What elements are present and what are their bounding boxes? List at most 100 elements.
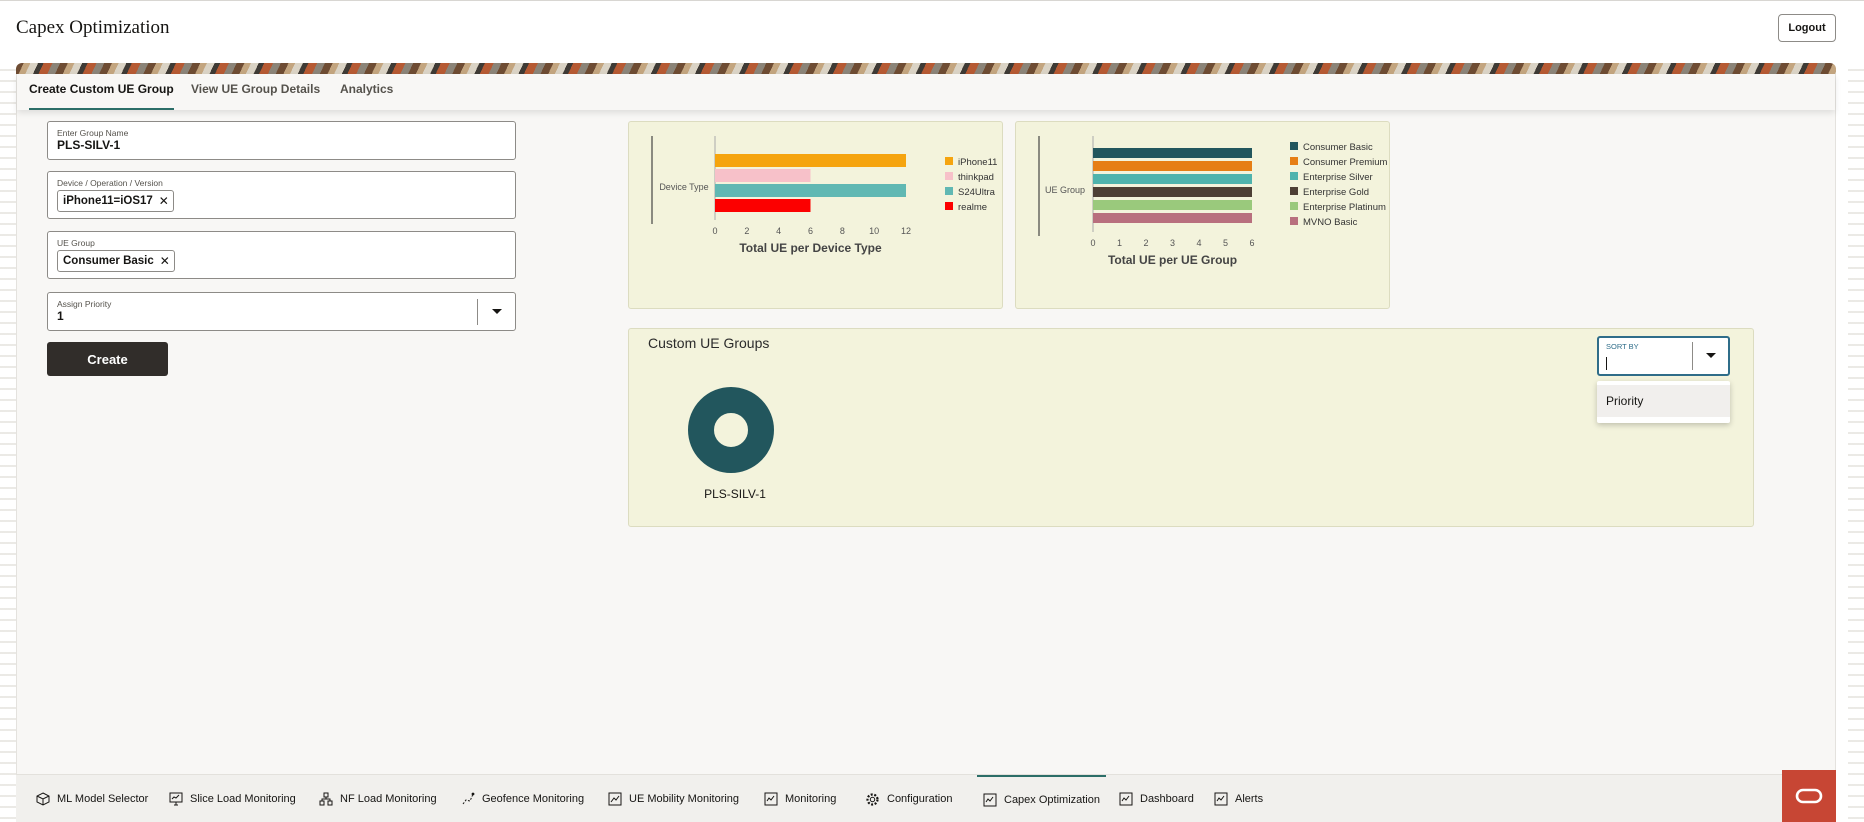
oracle-assistant-button[interactable] (1782, 770, 1836, 822)
chart-board-icon (764, 792, 778, 806)
tab-create-custom-ue-group[interactable]: Create Custom UE Group (29, 82, 174, 110)
legend-label: Consumer Basic (1303, 142, 1373, 153)
nav-label: NF Load Monitoring (340, 793, 437, 805)
y-axis-bar (651, 136, 653, 224)
tab-bar: Create Custom UE Group View UE Group Det… (17, 74, 1835, 110)
chevron-down-icon[interactable] (1706, 353, 1716, 358)
nav-geofence-monitoring[interactable]: Geofence Monitoring (461, 775, 584, 822)
x-tick-label: 12 (901, 226, 911, 236)
nav-nf-load-monitoring[interactable]: NF Load Monitoring (319, 775, 437, 822)
nav-alerts[interactable]: Alerts (1214, 775, 1263, 822)
main-card: Create Custom UE Group View UE Group Det… (16, 74, 1836, 822)
legend-label: Enterprise Gold (1303, 187, 1369, 198)
device-field[interactable]: Device / Operation / Version iPhone11=iO… (47, 171, 516, 219)
left-decoration (0, 60, 16, 822)
ue-group-chip-label: Consumer Basic (63, 255, 154, 267)
bar-iphone11 (715, 154, 906, 167)
chart-title: Total UE per UE Group (1108, 253, 1237, 267)
nav-slice-load-monitoring[interactable]: Slice Load Monitoring (169, 775, 296, 822)
chart-title: Total UE per Device Type (739, 241, 882, 255)
device-type-chart: Device Type iPhone11 thinkpad S24Ultra realm… (651, 136, 997, 255)
nav-label: Monitoring (785, 793, 837, 805)
legend-label: S24Ultra (958, 187, 996, 198)
remove-ue-group-chip-icon[interactable]: ✕ (160, 251, 170, 271)
legend-label: MVNO Basic (1303, 217, 1358, 228)
x-tick-label: 0 (712, 226, 717, 236)
legend-label: Consumer Premium (1303, 157, 1388, 168)
bar-realme (715, 199, 811, 212)
x-tick-label: 4 (1196, 238, 1201, 248)
group-donut-chart[interactable] (688, 387, 774, 473)
priority-value: 1 (57, 309, 64, 323)
legend-swatch (945, 172, 953, 180)
sort-option-priority[interactable]: Priority (1597, 385, 1730, 417)
ue-group-chip: Consumer Basic ✕ (57, 250, 175, 272)
bar-thinkpad (715, 169, 811, 182)
nav-monitoring[interactable]: Monitoring (764, 775, 836, 822)
legend-label: Enterprise Platinum (1303, 202, 1386, 213)
app-title: Capex Optimization (16, 17, 170, 38)
x-tick-label: 6 (808, 226, 813, 236)
priority-label: Assign Priority (57, 299, 112, 309)
tab-analytics[interactable]: Analytics (340, 82, 393, 110)
group-donut-ring[interactable] (688, 387, 774, 473)
nav-label: Slice Load Monitoring (190, 793, 296, 805)
legend-swatch (945, 202, 953, 210)
x-tick-label: 10 (869, 226, 879, 236)
nav-label: Geofence Monitoring (482, 793, 585, 805)
bar-consumer-basic (1093, 148, 1252, 158)
x-tick-label: 0 (1090, 238, 1095, 248)
remove-device-chip-icon[interactable]: ✕ (159, 191, 169, 211)
legend-swatch (1290, 187, 1298, 195)
logout-button[interactable]: Logout (1778, 14, 1836, 42)
bar-enterprise-gold (1093, 187, 1252, 197)
device-label: Device / Operation / Version (57, 178, 163, 188)
sort-by-select[interactable]: SORT BY (1597, 336, 1730, 376)
nav-label: Capex Optimization (1004, 794, 1100, 806)
bar-enterprise-platinum (1093, 200, 1252, 210)
legend-label: realme (958, 202, 987, 213)
group-name-field[interactable]: Enter Group Name PLS-SILV-1 (47, 121, 516, 160)
group-name-label: PLS-SILV-1 (704, 487, 766, 501)
nav-ue-mobility-monitoring[interactable]: UE Mobility Monitoring (608, 775, 739, 822)
legend-swatch (1290, 142, 1298, 150)
ue-group-chart: UE Group Consumer Basic Consumer Premium En… (1038, 136, 1388, 267)
device-chip: iPhone11=iOS17 ✕ (57, 190, 174, 212)
device-type-chart-panel: Device Type iPhone11 thinkpad S24Ultra realm… (628, 121, 1003, 309)
legend-swatch (1290, 172, 1298, 180)
network-tree-icon (319, 792, 333, 806)
legend-swatch (1290, 157, 1298, 165)
chart-board-icon (983, 793, 997, 807)
chevron-down-icon[interactable] (492, 309, 502, 314)
bar-consumer-premium (1093, 161, 1252, 171)
oracle-logo-icon (1795, 788, 1823, 804)
device-chip-label: iPhone11=iOS17 (63, 195, 153, 207)
select-divider (477, 299, 478, 325)
x-tick-label: 6 (1249, 238, 1254, 248)
x-tick-label: 5 (1223, 238, 1228, 248)
text-cursor (1606, 357, 1607, 370)
legend-swatch (945, 157, 953, 165)
custom-ue-groups-panel: Custom UE Groups PLS-SILV-1 SORT BY Prio… (628, 328, 1754, 527)
nav-configuration[interactable]: Configuration (865, 775, 952, 822)
x-tick-label: 2 (1143, 238, 1148, 248)
tab-view-ue-group-details[interactable]: View UE Group Details (191, 82, 320, 110)
x-tick-label: 8 (840, 226, 845, 236)
bar-enterprise-silver (1093, 174, 1252, 184)
y-axis-bar (1038, 136, 1040, 236)
nav-capex-optimization[interactable]: Capex Optimization (977, 775, 1106, 822)
nav-ml-model-selector[interactable]: ML Model Selector (36, 775, 148, 822)
ue-group-field[interactable]: UE Group Consumer Basic ✕ (47, 231, 516, 279)
priority-select[interactable]: Assign Priority 1 (47, 292, 516, 331)
custom-ue-groups-title: Custom UE Groups (648, 335, 770, 351)
group-name-label: Enter Group Name (57, 128, 129, 138)
cube-icon (36, 792, 50, 806)
y-axis-label: UE Group (1045, 185, 1085, 195)
bar-mvno-basic (1093, 213, 1252, 223)
bottom-nav: ML Model Selector Slice Load Monitoring … (16, 774, 1836, 822)
x-tick-label: 3 (1170, 238, 1175, 248)
create-button[interactable]: Create (47, 342, 168, 376)
sort-by-dropdown: Priority (1597, 381, 1730, 423)
nav-dashboard[interactable]: Dashboard (1119, 775, 1194, 822)
x-tick-label: 4 (776, 226, 781, 236)
